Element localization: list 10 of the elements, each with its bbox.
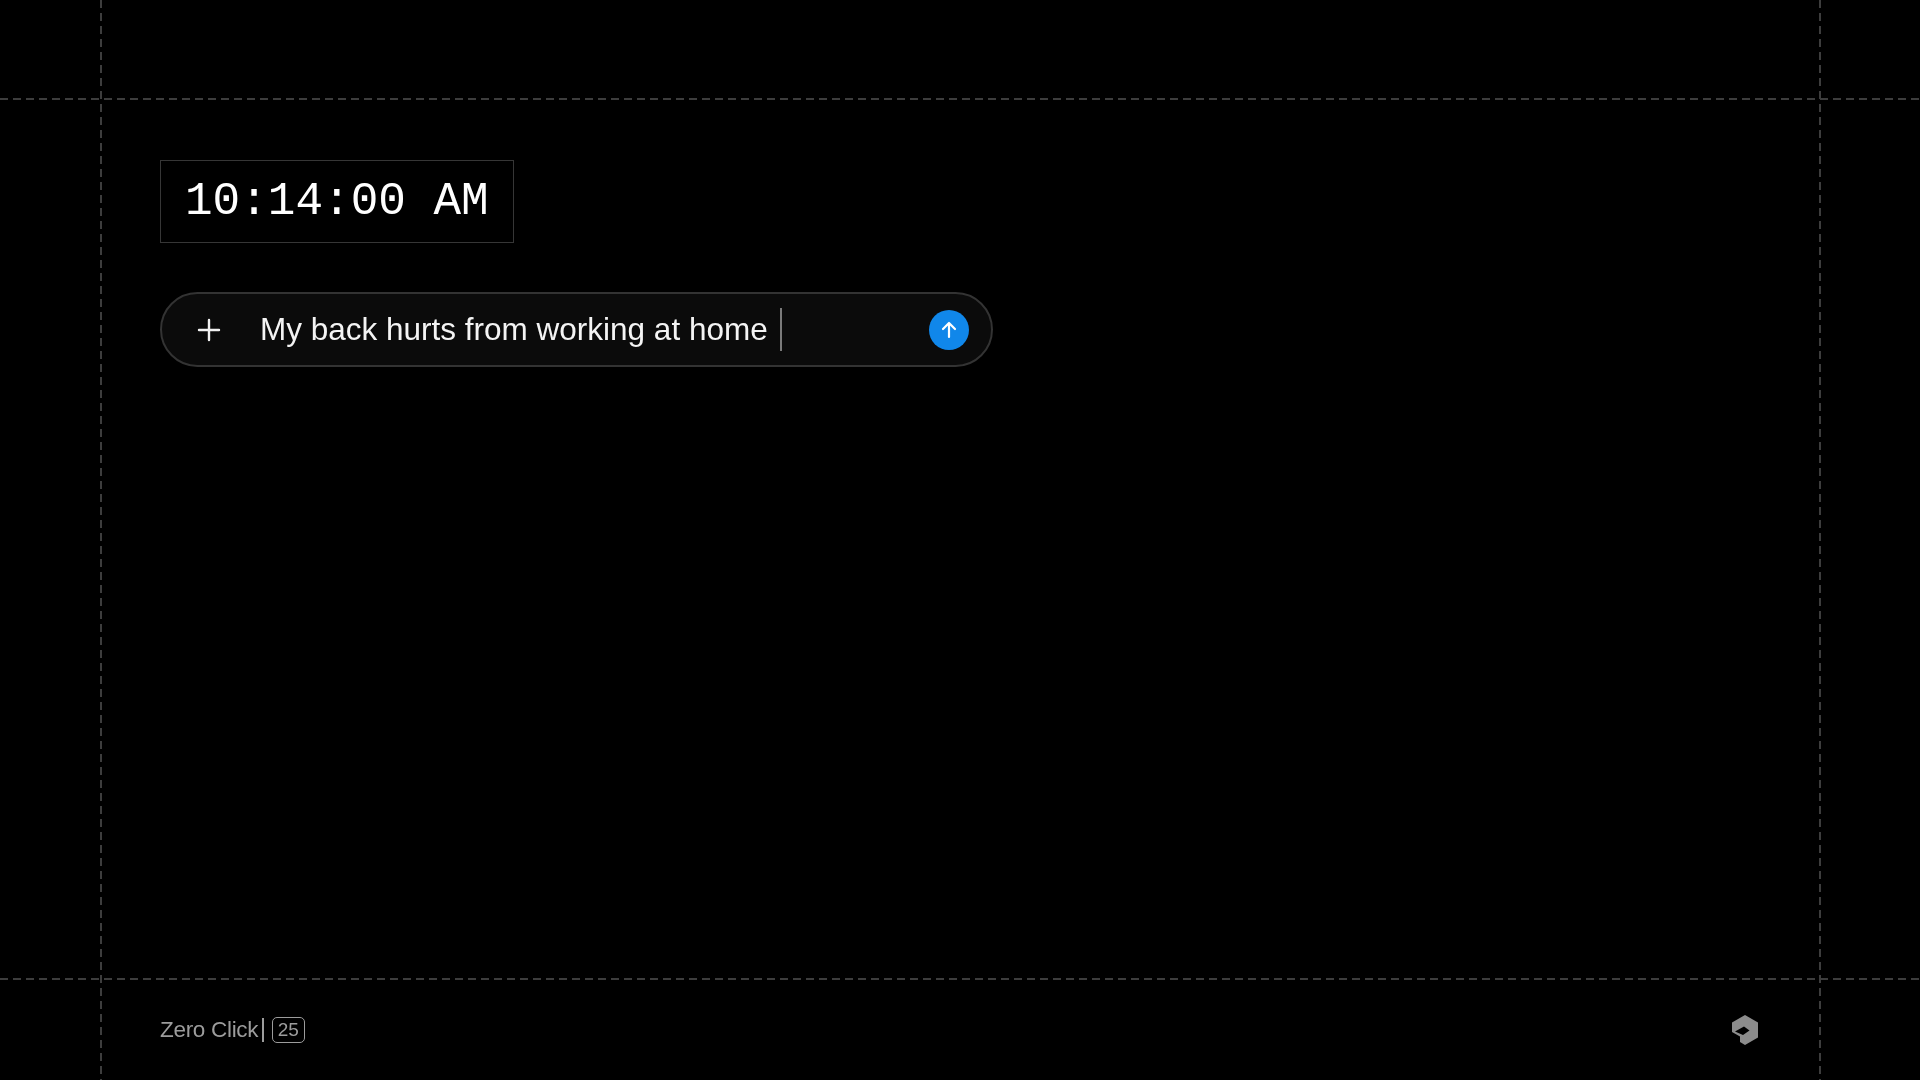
logo-icon <box>1729 1014 1761 1046</box>
brand-name: Zero Click <box>160 1017 259 1043</box>
message-input[interactable]: My back hurts from working at home <box>260 308 929 351</box>
edition-badge: 25 <box>271 1017 305 1043</box>
send-button[interactable] <box>929 309 969 350</box>
add-button[interactable] <box>196 316 222 343</box>
message-text: My back hurts from working at home <box>260 311 768 348</box>
time-display: 10:14:00 AM <box>160 160 514 243</box>
plus-icon <box>197 317 221 342</box>
arrow-up-icon <box>939 319 959 340</box>
